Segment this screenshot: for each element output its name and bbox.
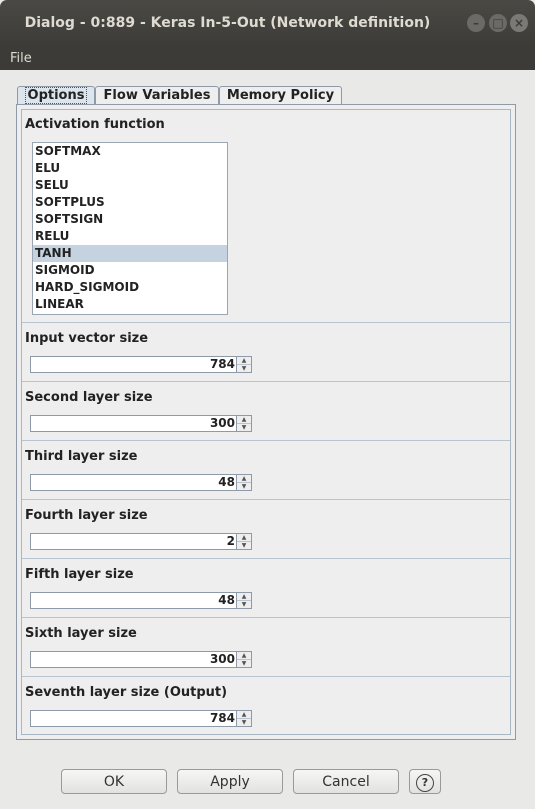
list-item[interactable]: SOFTSIGN: [33, 211, 227, 228]
layer-section-fourth: Fourth layer size 2 ▲ ▼: [22, 500, 510, 559]
spinner-value[interactable]: 300: [210, 652, 235, 667]
spin-down-icon[interactable]: ▼: [237, 483, 251, 490]
layer-label: Fourth layer size: [25, 508, 148, 523]
fifth-layer-size-spinner[interactable]: 48 ▲ ▼: [30, 592, 252, 609]
list-item[interactable]: SIGMOID: [33, 262, 227, 279]
layer-label: Input vector size: [25, 331, 149, 346]
input-vector-size-spinner[interactable]: 784 ▲ ▼: [30, 356, 252, 373]
spinner-buttons: ▲ ▼: [236, 711, 251, 726]
sixth-layer-size-spinner[interactable]: 300 ▲ ▼: [30, 651, 252, 668]
ok-button[interactable]: OK: [61, 769, 167, 794]
maximize-icon[interactable]: □: [489, 14, 507, 32]
spin-up-icon[interactable]: ▲: [237, 711, 251, 719]
layer-label: Seventh layer size (Output): [25, 685, 228, 700]
menu-file[interactable]: File: [10, 51, 32, 66]
spinner-value[interactable]: 300: [210, 416, 235, 431]
tab-options-label: Options: [24, 87, 88, 104]
tab-memory-policy[interactable]: Memory Policy: [219, 86, 342, 105]
spin-up-icon[interactable]: ▲: [237, 416, 251, 424]
fourth-layer-size-spinner[interactable]: 2 ▲ ▼: [30, 533, 252, 550]
list-item[interactable]: HARD_SIGMOID: [33, 279, 227, 296]
spinner-value[interactable]: 48: [218, 593, 235, 608]
layer-section-second: Second layer size 300 ▲ ▼: [22, 382, 510, 441]
list-item[interactable]: ELU: [33, 160, 227, 177]
spin-up-icon[interactable]: ▲: [237, 652, 251, 660]
minimize-icon[interactable]: –: [467, 14, 485, 32]
window-title: Dialog - 0:889 - Keras In-5-Out (Network…: [24, 15, 431, 31]
seventh-layer-size-spinner[interactable]: 784 ▲ ▼: [30, 710, 252, 727]
spinner-buttons: ▲ ▼: [236, 534, 251, 549]
spin-down-icon[interactable]: ▼: [237, 719, 251, 726]
options-panel-inner: Activation function SOFTMAX ELU SELU SOF…: [21, 109, 511, 735]
spin-down-icon[interactable]: ▼: [237, 424, 251, 431]
spinner-buttons: ▲ ▼: [236, 652, 251, 667]
layer-section-sixth: Sixth layer size 300 ▲ ▼: [22, 618, 510, 677]
spin-down-icon[interactable]: ▼: [237, 601, 251, 608]
tab-memory-policy-label: Memory Policy: [226, 88, 335, 103]
help-button[interactable]: ?: [409, 769, 441, 794]
spin-up-icon[interactable]: ▲: [237, 357, 251, 365]
activation-title: Activation function: [25, 117, 165, 132]
layer-label: Fifth layer size: [25, 567, 134, 582]
spin-up-icon[interactable]: ▲: [237, 593, 251, 601]
list-item[interactable]: LINEAR: [33, 296, 227, 313]
title-bar: Dialog - 0:889 - Keras In-5-Out (Network…: [0, 0, 535, 48]
apply-button[interactable]: Apply: [177, 769, 283, 794]
spin-up-icon[interactable]: ▲: [237, 475, 251, 483]
spinner-buttons: ▲ ▼: [236, 593, 251, 608]
tab-options[interactable]: Options: [17, 86, 95, 105]
tab-flow-variables-label: Flow Variables: [103, 88, 211, 103]
spinner-buttons: ▲ ▼: [236, 416, 251, 431]
list-item-selected[interactable]: TANH: [33, 245, 227, 262]
layer-label: Sixth layer size: [25, 626, 137, 641]
layer-section-seventh: Seventh layer size (Output) 784 ▲ ▼: [22, 677, 510, 735]
options-panel: Activation function SOFTMAX ELU SELU SOF…: [16, 104, 516, 740]
help-icon: ?: [416, 774, 434, 792]
cancel-button[interactable]: Cancel: [293, 769, 399, 794]
list-item[interactable]: SOFTMAX: [33, 143, 227, 160]
list-item[interactable]: SELU: [33, 177, 227, 194]
list-item[interactable]: RELU: [33, 228, 227, 245]
list-item[interactable]: SOFTPLUS: [33, 194, 227, 211]
spin-down-icon[interactable]: ▼: [237, 365, 251, 372]
activation-section: Activation function SOFTMAX ELU SELU SOF…: [22, 110, 510, 323]
spinner-value[interactable]: 2: [227, 534, 235, 549]
spinner-value[interactable]: 48: [218, 475, 235, 490]
layer-section-third: Third layer size 48 ▲ ▼: [22, 441, 510, 500]
menu-bar: File: [0, 48, 535, 70]
third-layer-size-spinner[interactable]: 48 ▲ ▼: [30, 474, 252, 491]
close-icon[interactable]: ×: [510, 14, 528, 32]
activation-listbox[interactable]: SOFTMAX ELU SELU SOFTPLUS SOFTSIGN RELU …: [32, 142, 228, 315]
spinner-buttons: ▲ ▼: [236, 357, 251, 372]
layer-label: Third layer size: [25, 449, 138, 464]
layer-section-fifth: Fifth layer size 48 ▲ ▼: [22, 559, 510, 618]
layer-label: Second layer size: [25, 390, 153, 405]
spin-up-icon[interactable]: ▲: [237, 534, 251, 542]
layer-section-input: Input vector size 784 ▲ ▼: [22, 323, 510, 382]
spinner-value[interactable]: 784: [210, 711, 235, 726]
tab-flow-variables[interactable]: Flow Variables: [95, 86, 219, 105]
spinner-value[interactable]: 784: [210, 357, 235, 372]
spinner-buttons: ▲ ▼: [236, 475, 251, 490]
spin-down-icon[interactable]: ▼: [237, 542, 251, 549]
second-layer-size-spinner[interactable]: 300 ▲ ▼: [30, 415, 252, 432]
spin-down-icon[interactable]: ▼: [237, 660, 251, 667]
